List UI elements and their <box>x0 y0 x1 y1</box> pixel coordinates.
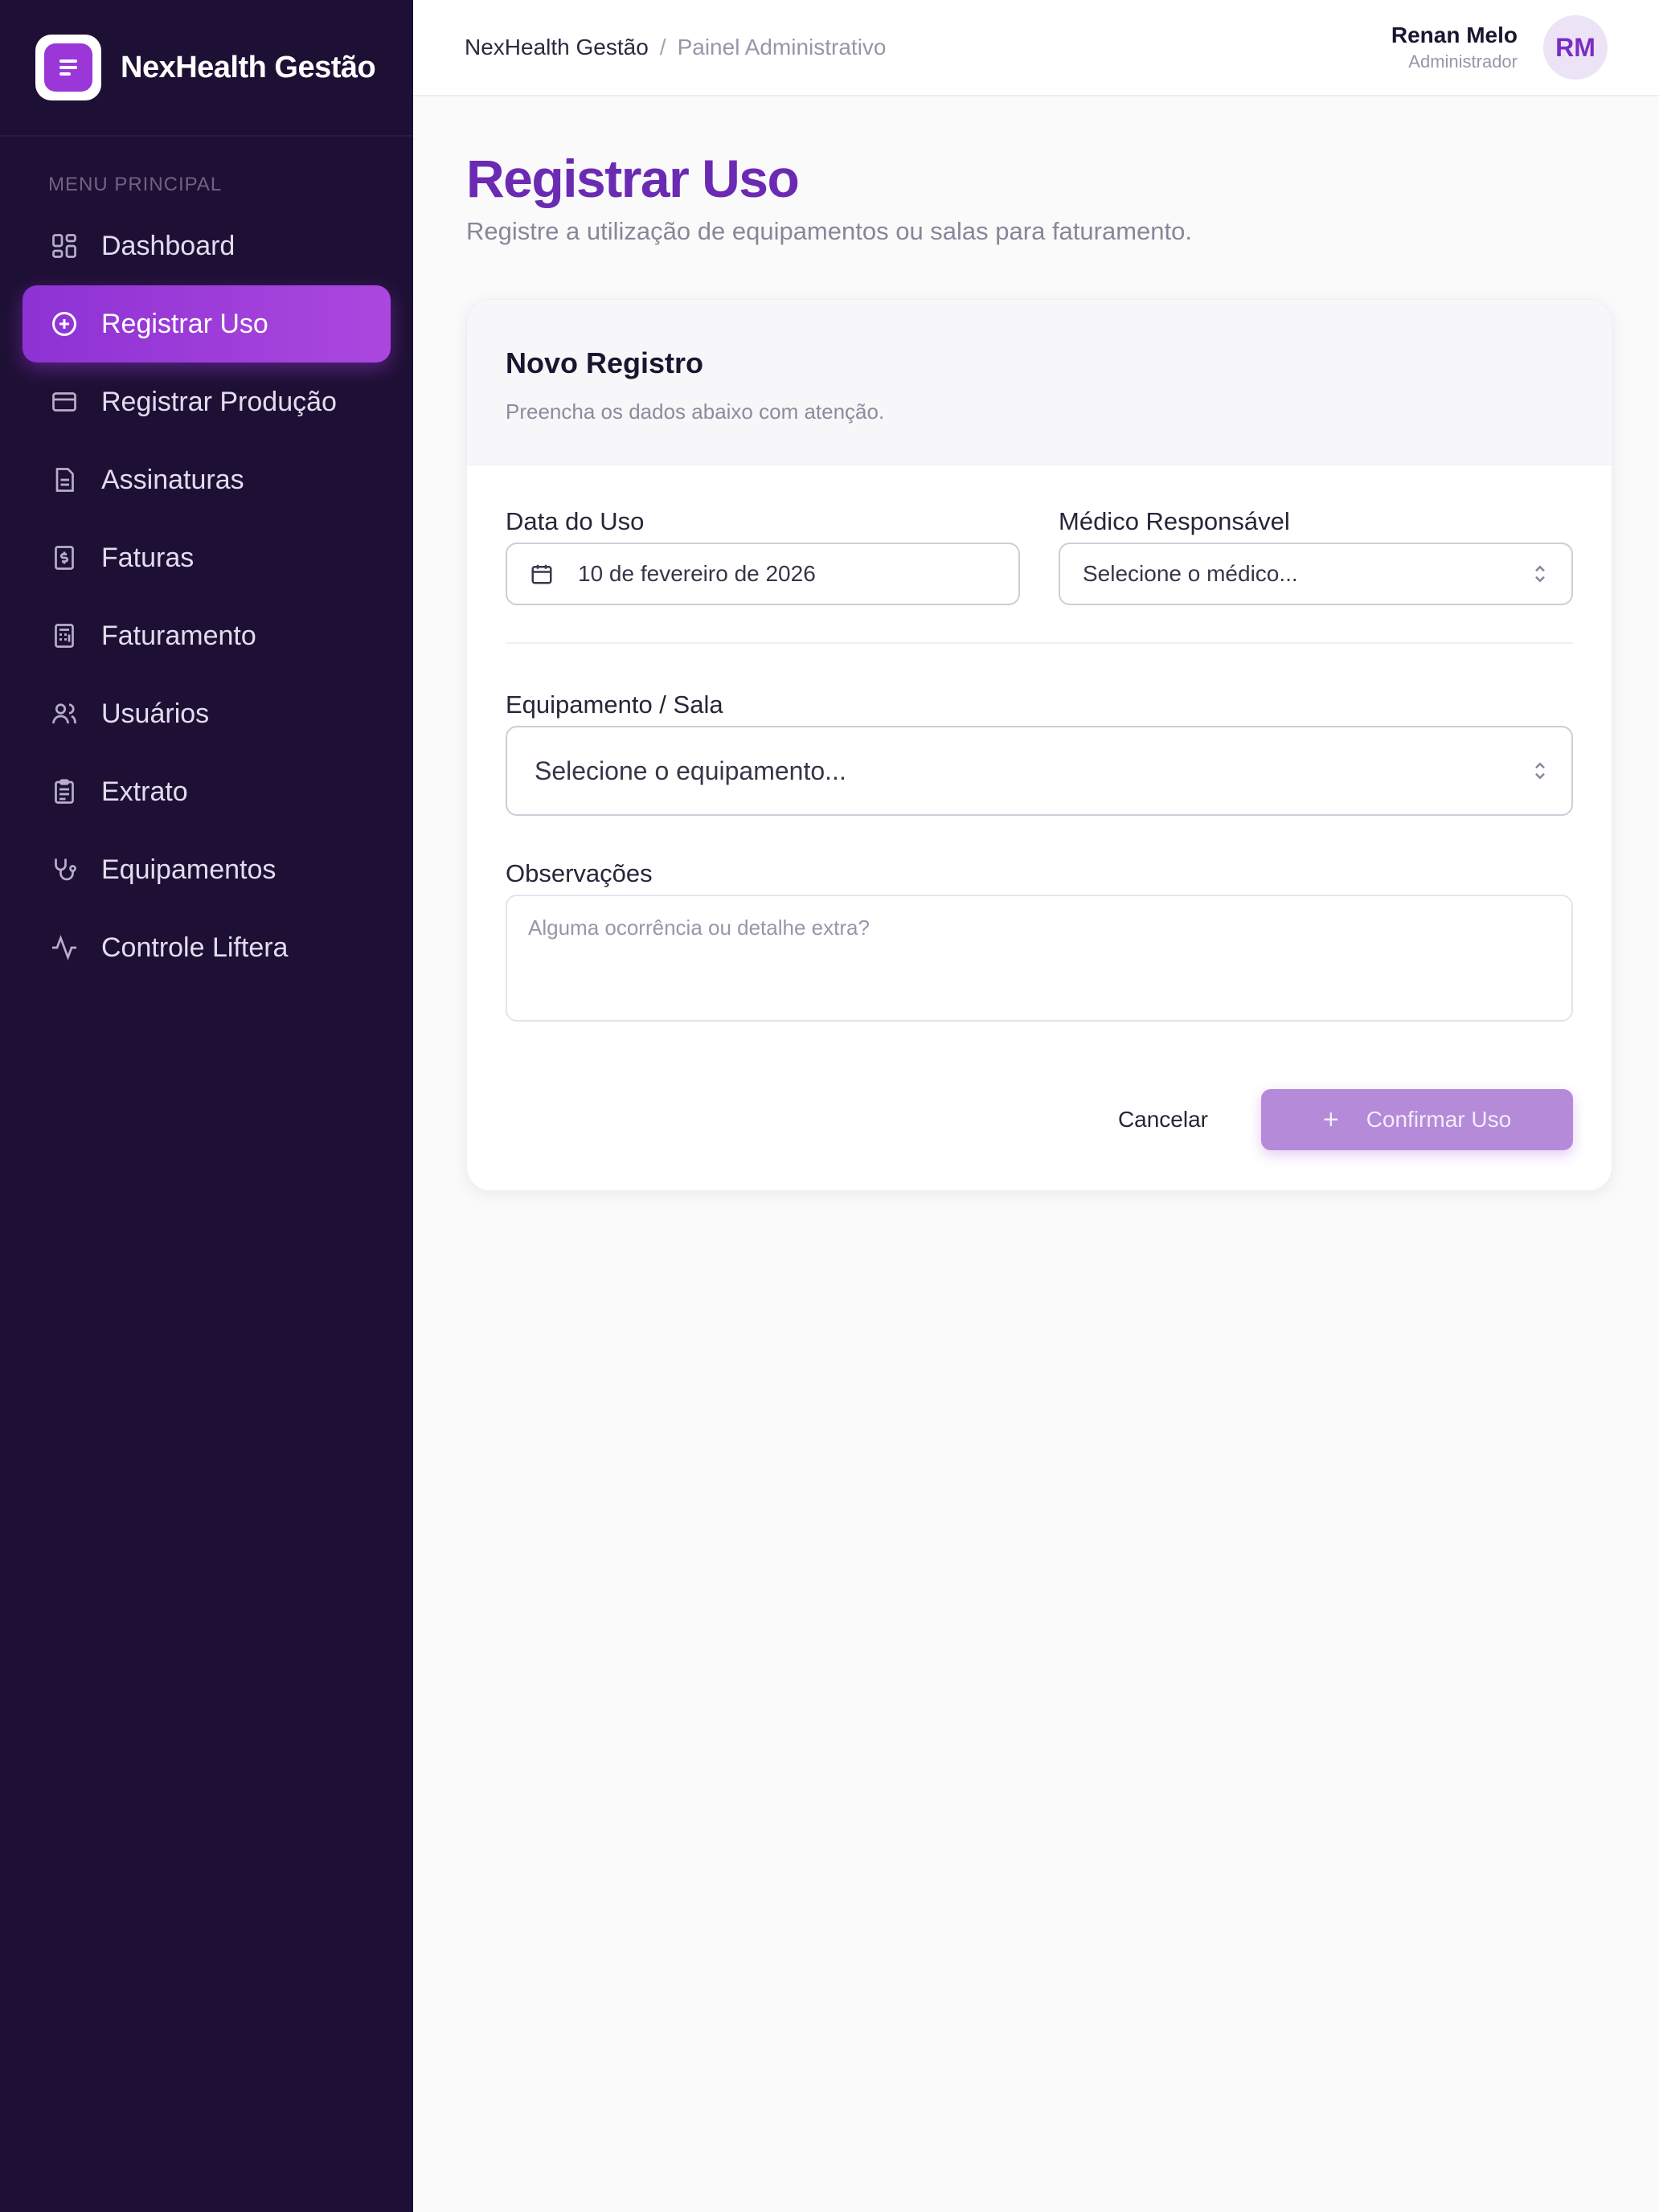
sidebar-item-registrar-uso[interactable]: Registrar Uso <box>23 285 391 363</box>
invoice-icon <box>48 542 80 574</box>
page-subtitle: Registre a utilização de equipamentos ou… <box>466 217 1192 245</box>
doctor-select[interactable]: Selecione o médico... <box>1059 543 1573 605</box>
document-icon <box>48 464 80 496</box>
form-row: Data do Uso 10 de fevereiro de 2026 Médi… <box>506 506 1573 605</box>
user-name: Renan Melo <box>1391 23 1518 47</box>
sidebar-nav: Dashboard Registrar Uso Registrar Produç… <box>0 207 413 986</box>
plus-circle-icon <box>48 308 80 340</box>
sidebar-item-label: Faturas <box>101 542 195 573</box>
card-title: Novo Registro <box>506 346 704 379</box>
users-icon <box>48 698 80 730</box>
credit-card-icon <box>48 386 80 418</box>
cancel-button[interactable]: Cancelar <box>1118 1107 1208 1133</box>
divider <box>506 642 1573 644</box>
sidebar-item-label: Extrato <box>101 776 188 807</box>
date-label: Data do Uso <box>506 507 645 535</box>
brand-name: NexHealth Gestão <box>121 50 376 84</box>
card-header: Novo Registro Preencha os dados abaixo c… <box>467 300 1612 465</box>
equipment-select[interactable]: Selecione o equipamento... <box>506 726 1573 816</box>
chevron-up-down-icon <box>1531 562 1549 586</box>
equipment-label: Equipamento / Sala <box>506 690 723 719</box>
document-lines-icon <box>59 59 77 76</box>
date-picker-button[interactable]: 10 de fevereiro de 2026 <box>506 543 1020 605</box>
sidebar: NexHealth Gestão MENU PRINCIPAL Dashboar… <box>0 0 413 2212</box>
calculator-icon <box>48 620 80 652</box>
sidebar-item-registrar-producao[interactable]: Registrar Produção <box>23 363 391 440</box>
sidebar-item-label: Dashboard <box>101 230 236 261</box>
clipboard-icon <box>48 776 80 808</box>
sidebar-item-label: Faturamento <box>101 620 256 651</box>
sidebar-item-faturamento[interactable]: Faturamento <box>23 597 391 674</box>
sidebar-item-equipamentos[interactable]: Equipamentos <box>23 831 391 908</box>
breadcrumb: NexHealth Gestão / Painel Administrativo <box>465 35 886 60</box>
confirm-use-label: Confirmar Uso <box>1366 1107 1512 1132</box>
brand-logo <box>35 35 101 100</box>
dashboard-icon <box>48 230 80 262</box>
card-body: Data do Uso 10 de fevereiro de 2026 Médi… <box>467 465 1612 1190</box>
user-role: Administrador <box>1408 51 1518 72</box>
breadcrumb-current: Painel Administrativo <box>677 35 887 59</box>
sidebar-item-extrato[interactable]: Extrato <box>23 753 391 830</box>
sidebar-item-label: Registrar Uso <box>101 308 268 339</box>
date-field: Data do Uso 10 de fevereiro de 2026 <box>506 506 1020 605</box>
date-value: 10 de fevereiro de 2026 <box>578 561 816 586</box>
sidebar-item-label: Usuários <box>101 698 210 729</box>
notes-placeholder: Alguma ocorrência ou detalhe extra? <box>528 916 870 940</box>
doctor-select-placeholder: Selecione o médico... <box>1083 561 1298 586</box>
new-record-card: Novo Registro Preencha os dados abaixo c… <box>466 299 1612 1191</box>
top-bar: NexHealth Gestão / Painel Administrativo R… <box>413 0 1659 96</box>
form-actions: Cancelar + Confirmar Uso <box>506 1089 1573 1150</box>
doctor-field: Médico Responsável Selecione o médico... <box>1059 506 1573 605</box>
sidebar-item-usuarios[interactable]: Usuários <box>23 675 391 752</box>
user-info: Renan Melo Administrador <box>1391 23 1518 72</box>
doctor-label: Médico Responsável <box>1059 507 1290 535</box>
card-description: Preencha os dados abaixo com atenção. <box>506 399 885 424</box>
avatar[interactable]: RM <box>1543 15 1608 80</box>
sidebar-item-label: Assinaturas <box>101 464 244 495</box>
sidebar-item-dashboard[interactable]: Dashboard <box>23 207 391 285</box>
breadcrumb-separator: / <box>659 35 666 59</box>
equipment-select-placeholder: Selecione o equipamento... <box>535 756 846 785</box>
sidebar-item-assinaturas[interactable]: Assinaturas <box>23 441 391 518</box>
sidebar-item-controle-liftera[interactable]: Controle Liftera <box>23 909 391 986</box>
notes-textarea[interactable]: Alguma ocorrência ou detalhe extra? <box>506 895 1573 1022</box>
activity-icon <box>48 932 80 964</box>
sidebar-item-label: Registrar Produção <box>101 386 337 417</box>
menu-section-label: MENU PRINCIPAL <box>48 174 223 195</box>
sidebar-item-label: Controle Liftera <box>101 932 289 963</box>
main-content: Registrar Uso Registre a utilização de e… <box>413 96 1659 2212</box>
notes-field: Observações Alguma ocorrência ou detalhe… <box>506 858 1573 1022</box>
notes-label: Observações <box>506 859 653 887</box>
sidebar-item-faturas[interactable]: Faturas <box>23 519 391 596</box>
chevron-up-down-icon <box>1531 759 1549 783</box>
stethoscope-icon <box>48 854 80 886</box>
calendar-icon <box>530 562 554 586</box>
breadcrumb-root[interactable]: NexHealth Gestão <box>465 35 649 59</box>
page-title: Registrar Uso <box>466 149 800 208</box>
equipment-field: Equipamento / Sala Selecione o equipamen… <box>506 689 1573 816</box>
user-menu[interactable]: Renan Melo Administrador RM <box>1391 15 1608 80</box>
sidebar-item-label: Equipamentos <box>101 854 276 885</box>
brand[interactable]: NexHealth Gestão <box>0 0 413 137</box>
plus-icon: + <box>1322 1104 1339 1135</box>
confirm-use-button[interactable]: + Confirmar Uso <box>1261 1089 1573 1150</box>
